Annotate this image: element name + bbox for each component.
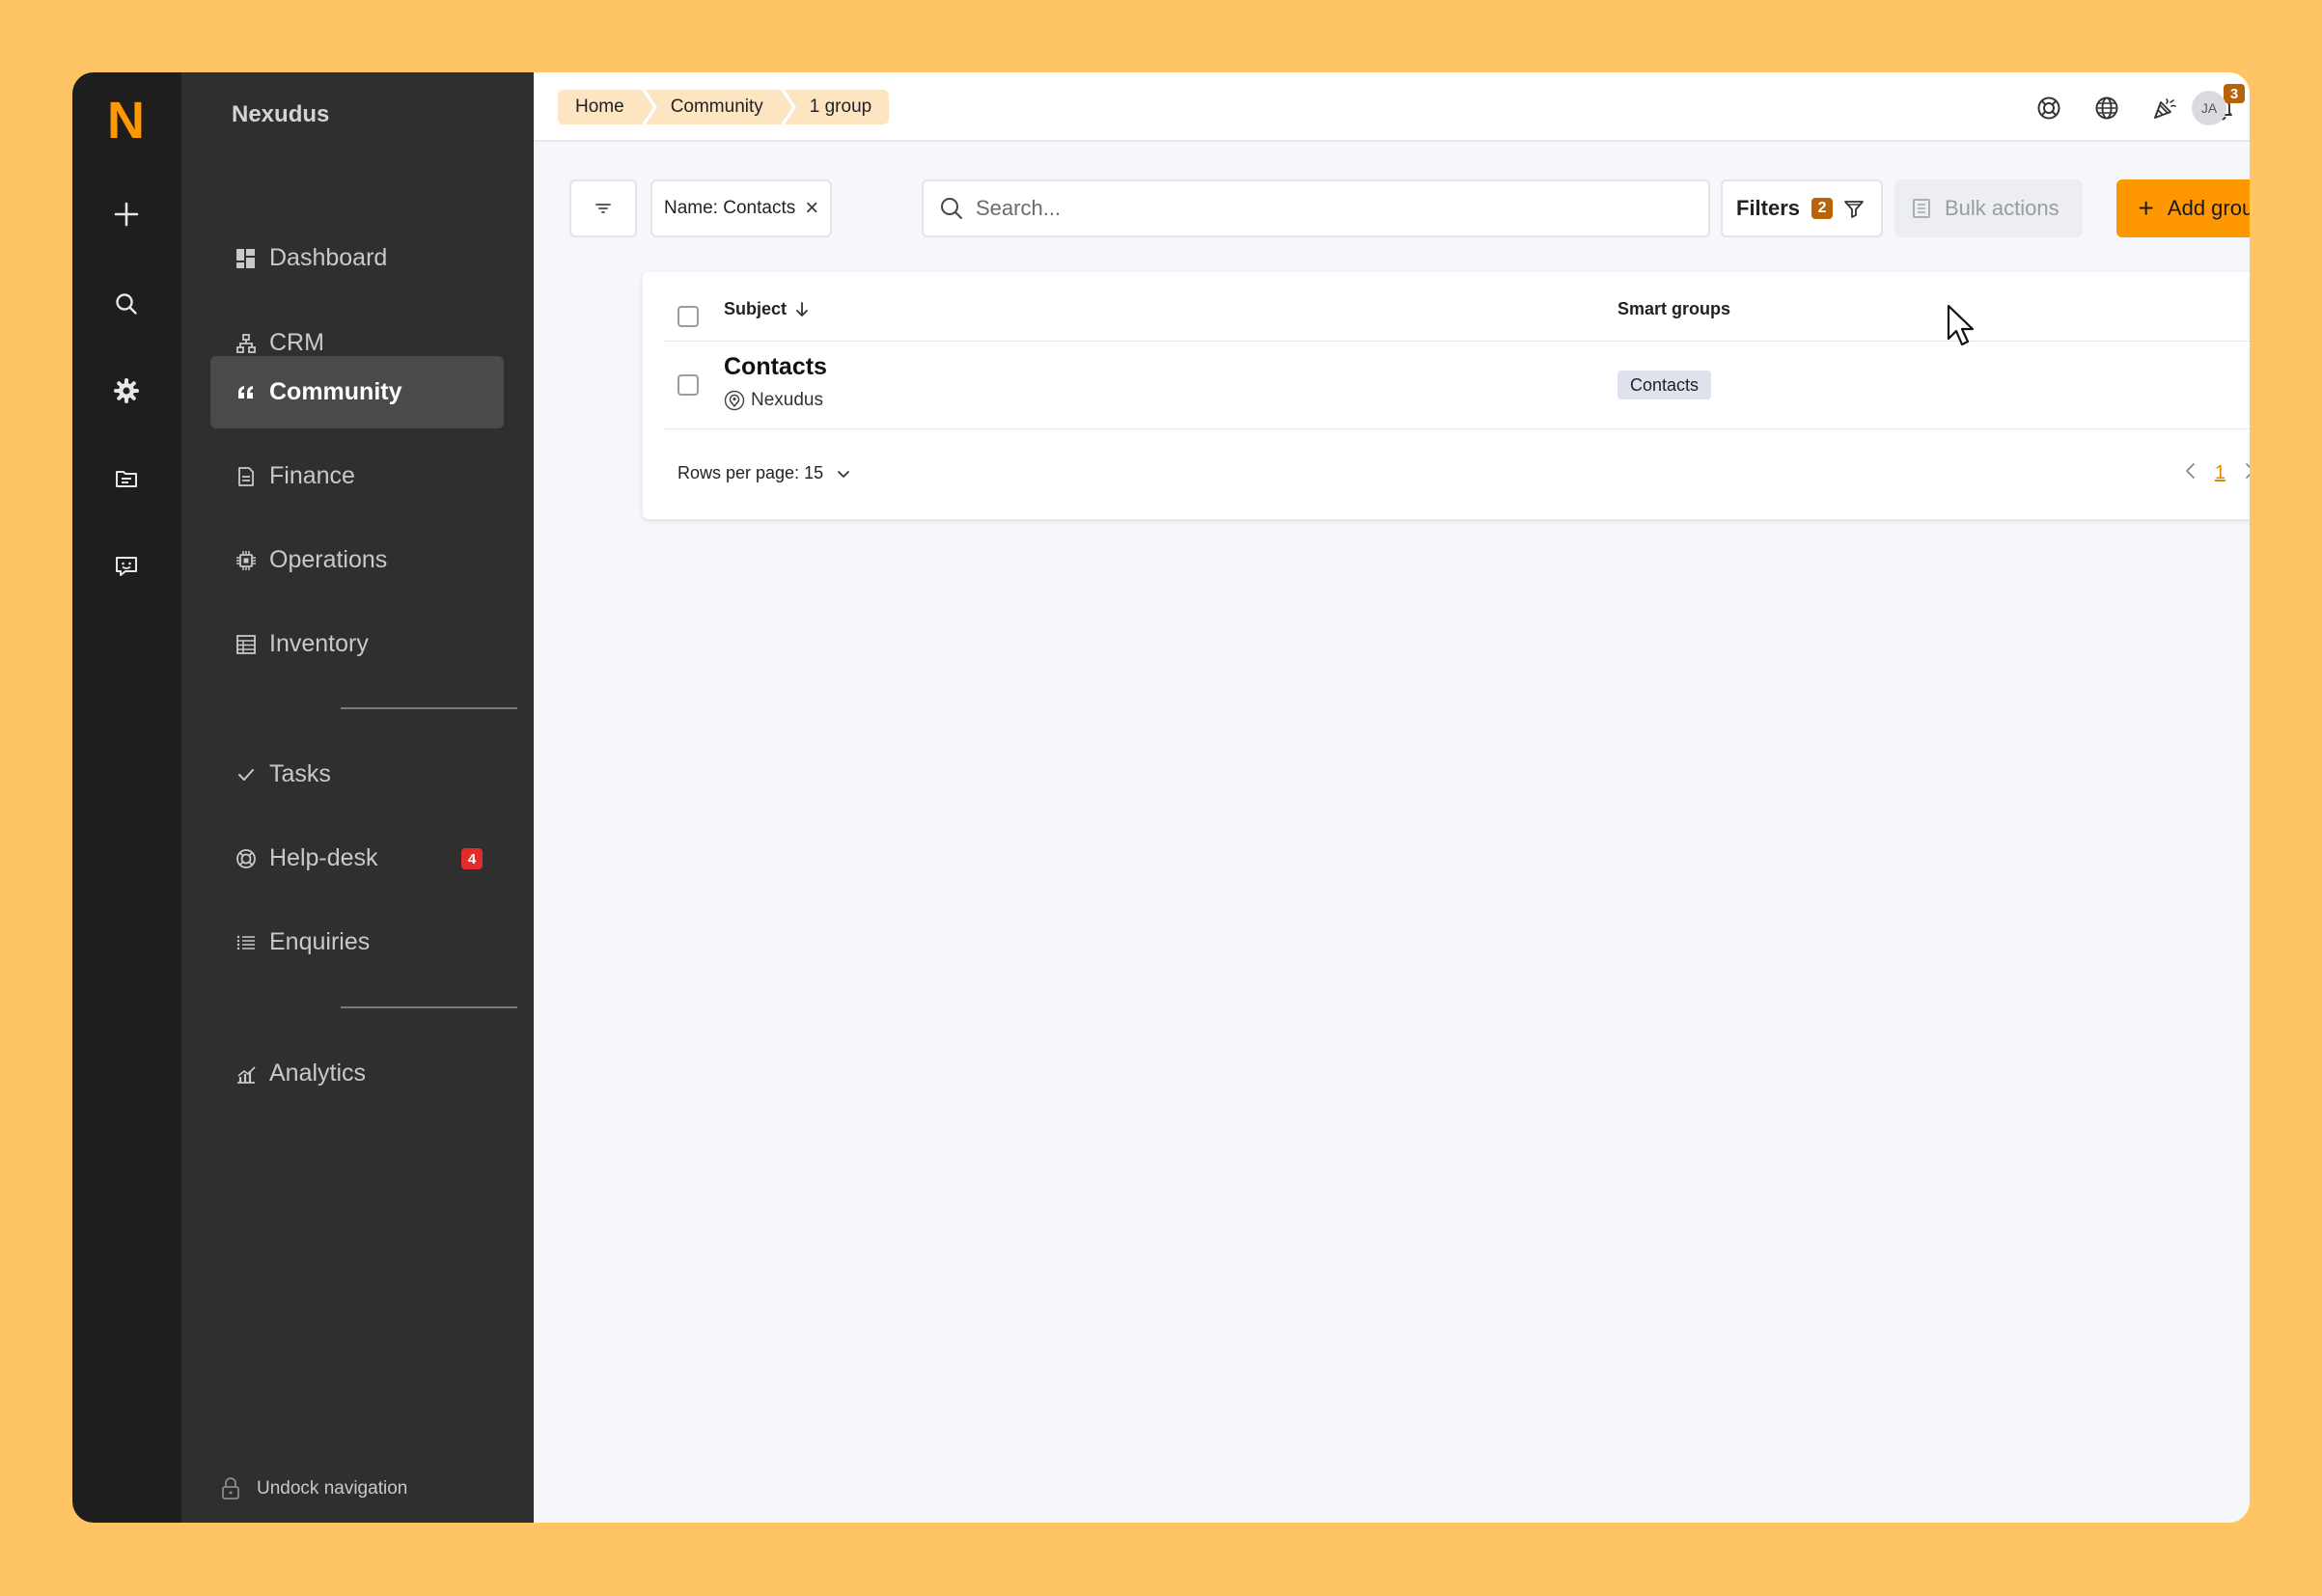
row-subject[interactable]: Contacts [724, 353, 827, 381]
sidebar-item-tasks[interactable]: Tasks [210, 738, 504, 811]
filters-label: Filters [1736, 196, 1801, 220]
filter-lines-icon [595, 204, 611, 213]
dashboard-icon [235, 247, 258, 270]
sidebar-item-label: Enquiries [269, 928, 371, 955]
groups-table: Subject Smart groups Contacts Nexudus Co… [643, 272, 2250, 519]
sidebar-item-label: Analytics [269, 1059, 367, 1087]
search-icon[interactable] [111, 289, 142, 319]
sidebar-item-community[interactable]: Community [210, 356, 504, 428]
bulk-list-icon [1912, 198, 1931, 219]
search-box[interactable] [922, 179, 1710, 237]
select-all-checkbox[interactable] [677, 306, 699, 327]
breadcrumb-current: 1 group [784, 90, 890, 124]
arrow-down-icon [796, 301, 808, 316]
sidebar-item-help-desk[interactable]: Help-desk 4 [210, 822, 504, 894]
plus-icon[interactable] [111, 199, 142, 230]
avatar[interactable]: JA [2192, 91, 2226, 125]
column-header-smart-groups: Smart groups [1617, 299, 1731, 318]
nexudus-logo[interactable]: N [107, 95, 146, 147]
row-checkbox[interactable] [677, 374, 699, 396]
gear-icon[interactable] [111, 375, 142, 406]
undock-label: Undock navigation [257, 1478, 408, 1499]
top-bar: Home Community 1 group 3 JA [534, 72, 2250, 142]
chevron-down-icon [835, 465, 852, 482]
quote-icon [235, 381, 258, 404]
chat-icon[interactable] [111, 551, 142, 582]
row-location: Nexudus [724, 390, 823, 411]
sidebar-item-label: Community [269, 378, 402, 405]
page-number[interactable]: 1 [2215, 462, 2225, 484]
add-group-button[interactable]: + Add group [2116, 179, 2250, 237]
sidebar-item-inventory[interactable]: Inventory [210, 608, 504, 680]
plus-icon: + [2138, 193, 2154, 223]
main-content: Home Community 1 group 3 JA Name: Contac… [534, 72, 2250, 1523]
rows-per-page-select[interactable]: Rows per page: 15 [677, 463, 852, 483]
party-popper-icon[interactable] [2150, 94, 2179, 123]
chart-icon [235, 1062, 258, 1086]
chevron-left-icon[interactable] [2182, 460, 2199, 486]
table-header: Subject Smart groups [643, 272, 2250, 342]
list-icon [235, 931, 258, 954]
hierarchy-icon [235, 332, 258, 355]
nav-divider [341, 707, 517, 709]
sidebar-item-label: Help-desk [269, 844, 378, 871]
globe-icon[interactable] [2092, 94, 2121, 123]
check-icon [235, 763, 258, 786]
filters-button[interactable]: Filters 2 [1721, 179, 1883, 237]
sidebar-item-label: Tasks [269, 760, 331, 787]
row-divider [664, 428, 2250, 429]
lock-icon [220, 1476, 241, 1501]
undock-navigation-button[interactable]: Undock navigation [220, 1476, 407, 1501]
lifebuoy-icon[interactable] [2034, 94, 2063, 123]
sidebar-item-operations[interactable]: Operations [210, 524, 504, 596]
document-icon [235, 465, 258, 488]
pagination: 1 [2182, 460, 2250, 486]
bulk-actions-button[interactable]: Bulk actions [1894, 179, 2083, 237]
smart-group-tag[interactable]: Contacts [1617, 371, 1712, 399]
filter-toggle-button[interactable] [569, 179, 637, 237]
bulk-actions-label: Bulk actions [1945, 196, 2059, 220]
active-filter-chip[interactable]: Name: Contacts × [650, 179, 833, 237]
sidebar-item-analytics[interactable]: Analytics [210, 1037, 504, 1110]
chip-label: Name: Contacts [664, 198, 796, 218]
chip-icon [235, 549, 258, 572]
column-header-subject[interactable]: Subject [724, 299, 812, 319]
app-window: N Nexudus Dashboard CRM Community Financ… [72, 72, 2250, 1523]
notification-badge: 3 [2224, 84, 2245, 103]
search-icon [941, 198, 962, 219]
brand-name: Nexudus [232, 101, 330, 127]
sidebar-item-finance[interactable]: Finance [210, 440, 504, 512]
table-icon [235, 633, 258, 656]
add-group-label: Add group [2167, 196, 2250, 220]
sidebar-item-enquiries[interactable]: Enquiries [210, 906, 504, 978]
mouse-cursor-icon [1947, 304, 1975, 346]
breadcrumb-community[interactable]: Community [645, 90, 792, 124]
search-input[interactable] [976, 196, 1651, 221]
icon-rail: N [72, 72, 181, 1523]
sidebar-item-dashboard[interactable]: Dashboard [210, 222, 504, 294]
sidebar-item-label: Finance [269, 462, 355, 489]
chevron-right-icon[interactable] [2241, 460, 2250, 486]
filters-count-badge: 2 [1811, 198, 1834, 219]
nav-divider [341, 1006, 517, 1008]
lifebuoy-icon [235, 847, 258, 870]
breadcrumb: Home Community 1 group [558, 90, 893, 124]
help-desk-badge: 4 [461, 848, 483, 869]
funnel-icon [1842, 197, 1866, 220]
table-row[interactable]: Contacts Nexudus Contacts [643, 342, 2250, 428]
sidebar-item-label: CRM [269, 329, 324, 356]
folder-icon[interactable] [111, 463, 142, 494]
sidebar-item-label: Operations [269, 546, 388, 573]
sidebar-item-label: Dashboard [269, 244, 388, 271]
location-pin-icon [724, 390, 745, 411]
sidebar-navigation: Nexudus Dashboard CRM Community Finance … [181, 72, 534, 1523]
close-icon[interactable]: × [805, 197, 818, 220]
breadcrumb-home[interactable]: Home [558, 90, 653, 124]
sidebar-item-label: Inventory [269, 630, 369, 657]
